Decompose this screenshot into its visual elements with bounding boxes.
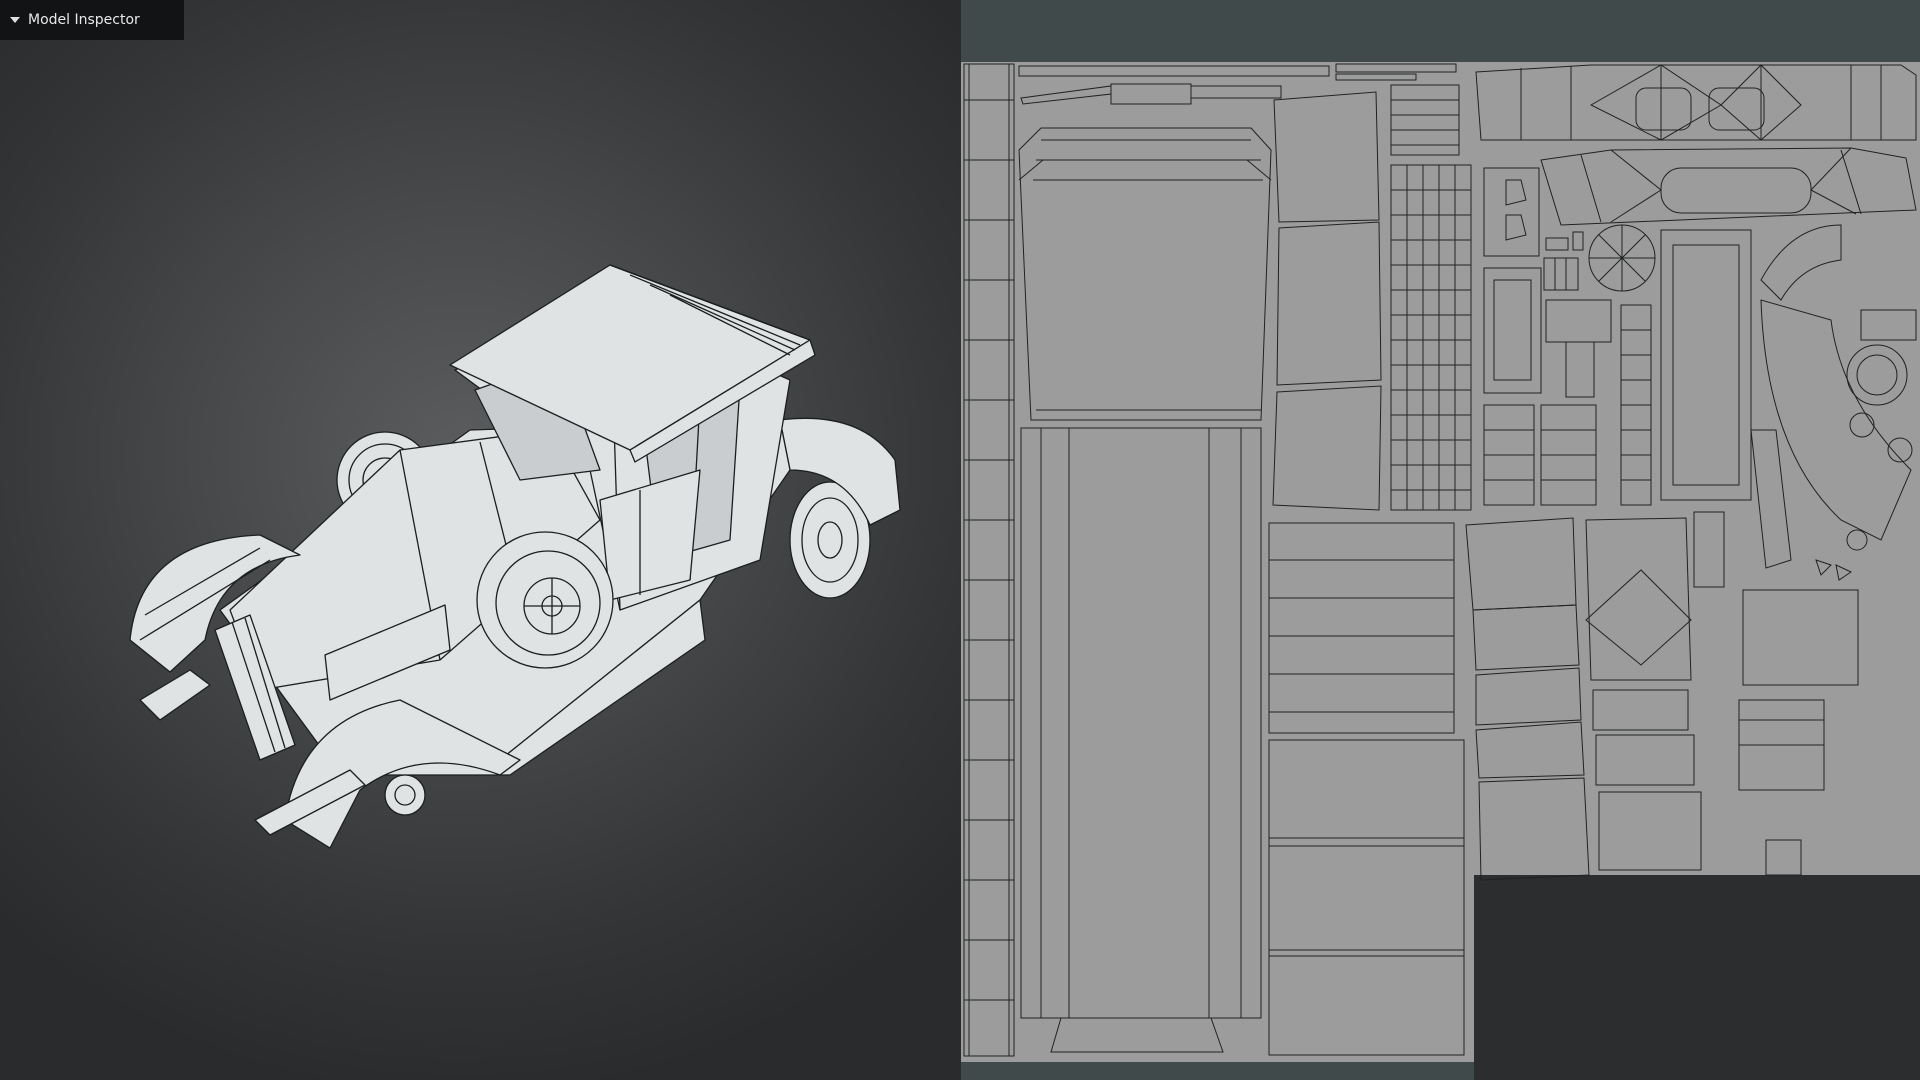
panel-title: Model Inspector — [28, 12, 140, 28]
model-inspector-toggle[interactable]: Model Inspector — [0, 0, 184, 40]
car-wireframe-model[interactable] — [0, 0, 961, 1080]
uv-editor-panel[interactable] — [961, 0, 1920, 1080]
front-bumper — [139, 669, 211, 721]
caret-down-icon — [10, 17, 20, 23]
3d-viewport[interactable]: Model Inspector — [0, 0, 961, 1080]
uv-layout-canvas[interactable] — [961, 0, 1920, 1080]
front-right-wheel — [476, 531, 614, 669]
uv-empty-region — [1474, 875, 1920, 1080]
front-left-wheel — [384, 774, 426, 816]
app-root: Model Inspector — [0, 0, 1920, 1080]
